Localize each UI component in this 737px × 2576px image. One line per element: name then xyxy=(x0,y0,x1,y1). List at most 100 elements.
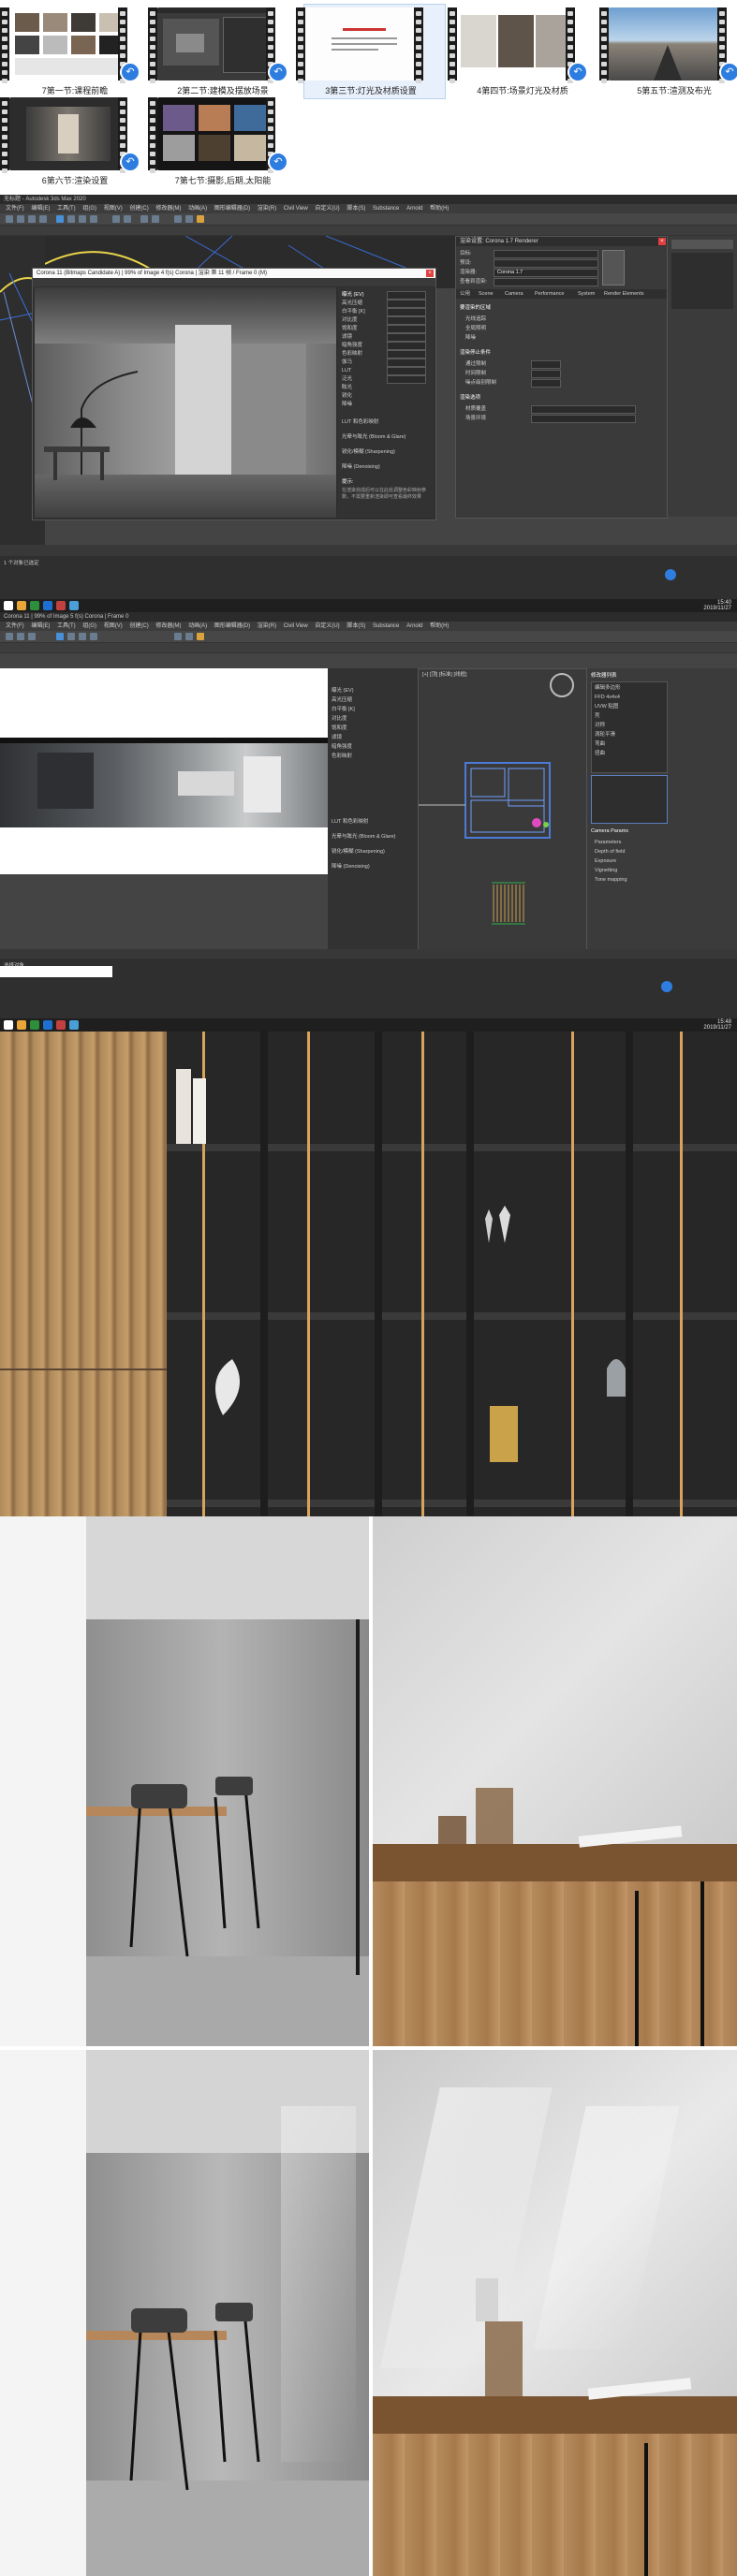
menu-item[interactable]: 渲染(R) xyxy=(258,623,276,629)
menu-item[interactable]: 帮助(H) xyxy=(430,206,449,212)
modifier-stack[interactable] xyxy=(591,775,668,824)
menu-item[interactable]: 自定义(U) xyxy=(315,206,339,212)
scale-icon[interactable] xyxy=(90,215,97,223)
video-file-6[interactable]: ↶ 6第六节:渲染设置 xyxy=(0,97,150,185)
tab-common[interactable]: 公用 xyxy=(460,290,470,298)
snap-icon[interactable] xyxy=(112,215,120,223)
section-header[interactable]: LUT 和色彩映射 xyxy=(342,418,378,426)
browser-icon[interactable] xyxy=(30,1020,39,1030)
param-value-field[interactable] xyxy=(387,325,426,333)
select-icon[interactable] xyxy=(56,633,64,640)
scale-icon[interactable] xyxy=(90,633,97,640)
modifier-item[interactable]: 编辑多边形 xyxy=(595,684,621,692)
param-value-field[interactable] xyxy=(387,300,426,308)
menu-item[interactable]: 视图(V) xyxy=(104,206,123,212)
section-header[interactable]: 降噪 (Denoising) xyxy=(332,863,370,871)
material-editor-icon[interactable] xyxy=(174,633,182,640)
close-icon[interactable]: × xyxy=(426,270,434,277)
section-header[interactable]: 渲染停止条件 xyxy=(460,349,491,357)
param-value-field[interactable] xyxy=(387,359,426,367)
tab-render-elements[interactable]: Render Elements xyxy=(604,290,644,298)
param-value-field[interactable] xyxy=(387,375,426,384)
search-input[interactable] xyxy=(0,966,112,977)
video-file-7[interactable]: ↶ 7第七节:摄影,后期,太阳能 xyxy=(148,97,298,185)
start-icon[interactable] xyxy=(4,1020,13,1030)
menu-item[interactable]: 工具(T) xyxy=(57,206,76,212)
menu-item[interactable]: 图形编辑器(D) xyxy=(214,623,250,629)
param-value-field[interactable] xyxy=(387,291,426,300)
play-icon[interactable] xyxy=(665,569,676,580)
modifier-list[interactable]: 编辑多边形 FFD 4x4x4 UVW 贴图 壳 对称 涡轮平滑 弯曲 扭曲 xyxy=(591,681,668,773)
rollout-item[interactable]: Depth of field xyxy=(595,848,625,856)
menu-item[interactable]: 修改器(M) xyxy=(155,623,181,629)
undo-icon[interactable] xyxy=(6,215,13,223)
menu-item[interactable]: 自定义(U) xyxy=(315,623,339,629)
environment-field[interactable] xyxy=(531,415,636,423)
view-dropdown[interactable] xyxy=(494,278,598,286)
modifier-item[interactable]: UVW 贴图 xyxy=(595,703,618,710)
explorer-icon[interactable] xyxy=(17,601,26,610)
play-icon[interactable] xyxy=(661,981,672,992)
menu-item[interactable]: 文件(F) xyxy=(6,623,24,629)
time-limit-field[interactable] xyxy=(531,370,561,378)
object-list[interactable] xyxy=(671,253,733,309)
align-icon[interactable] xyxy=(152,215,159,223)
app-icon[interactable] xyxy=(43,1020,52,1030)
param-value-field[interactable] xyxy=(387,316,426,325)
video-file-3[interactable]: 3第三节:灯光及材质设置 xyxy=(296,4,446,99)
override-field[interactable] xyxy=(531,405,636,414)
link-icon[interactable] xyxy=(28,633,36,640)
param-value-field[interactable] xyxy=(387,350,426,359)
rotate-icon[interactable] xyxy=(79,633,86,640)
mirror-icon[interactable] xyxy=(140,215,148,223)
rollout-item[interactable]: Tone mapping xyxy=(595,876,627,884)
menu-item[interactable]: Arnold xyxy=(406,206,422,212)
param-value-field[interactable] xyxy=(387,308,426,316)
command-tabs[interactable] xyxy=(671,240,733,249)
section-header[interactable]: 降噪 (Denoising) xyxy=(342,463,380,471)
undo-icon[interactable] xyxy=(6,633,13,640)
frame-buffer-window[interactable]: Corona 11 (Bitmaps Candidate A) | 99% of… xyxy=(32,268,436,520)
render-icon[interactable] xyxy=(197,215,204,223)
timeline[interactable] xyxy=(0,545,737,556)
max-icon[interactable] xyxy=(69,1020,79,1030)
browser-icon[interactable] xyxy=(30,601,39,610)
app-icon[interactable] xyxy=(56,1020,66,1030)
menu-item[interactable]: 编辑(E) xyxy=(31,623,50,629)
tab-camera[interactable]: Camera xyxy=(505,290,523,298)
section-header[interactable]: 锐化/模糊 (Sharpening) xyxy=(332,848,385,856)
menu-item[interactable]: 脚本(S) xyxy=(346,206,365,212)
section-header[interactable]: 渲染选项 xyxy=(460,394,480,402)
menu-item[interactable]: Civil View xyxy=(284,206,308,212)
param-value-field[interactable] xyxy=(387,333,426,342)
noise-limit-field[interactable] xyxy=(531,379,561,388)
tab-system[interactable]: System xyxy=(578,290,595,298)
rollout-header[interactable]: Camera Params xyxy=(591,827,628,835)
menu-item[interactable]: 图形编辑器(D) xyxy=(214,206,250,212)
menu-item[interactable]: 创建(C) xyxy=(129,206,148,212)
section-header[interactable]: 光晕与眩光 (Bloom & Glare) xyxy=(332,833,395,841)
move-icon[interactable] xyxy=(67,633,75,640)
app-icon[interactable] xyxy=(56,601,66,610)
angle-snap-icon[interactable] xyxy=(124,215,131,223)
menu-item[interactable]: Civil View xyxy=(284,623,308,629)
modifier-item[interactable]: 壳 xyxy=(595,712,600,720)
menu-item[interactable]: 文件(F) xyxy=(6,206,24,212)
render-icon[interactable] xyxy=(197,633,204,640)
redo-icon[interactable] xyxy=(17,215,24,223)
material-editor-icon[interactable] xyxy=(174,215,182,223)
viewport-top[interactable]: [+] [顶] [标准] [线框] xyxy=(418,668,588,951)
menu-item[interactable]: 动画(A) xyxy=(188,206,207,212)
modifier-item[interactable]: 对称 xyxy=(595,722,605,729)
target-dropdown[interactable] xyxy=(494,250,598,258)
tab-performance[interactable]: Performance xyxy=(535,290,565,298)
menu-item[interactable]: 修改器(M) xyxy=(155,206,181,212)
video-file-1[interactable]: ↶ 7第一节:课程前瞻 xyxy=(0,7,150,95)
modifier-item[interactable]: 弯曲 xyxy=(595,740,605,748)
pass-limit-field[interactable] xyxy=(531,360,561,369)
menu-item[interactable]: 视图(V) xyxy=(104,623,123,629)
move-icon[interactable] xyxy=(67,215,75,223)
video-file-2[interactable]: ↶ 2第二节:建模及摆放场景 xyxy=(148,7,298,95)
video-file-4[interactable]: ↶ 4第四节:场景灯光及材质 xyxy=(448,7,597,95)
render-button[interactable] xyxy=(602,250,625,285)
